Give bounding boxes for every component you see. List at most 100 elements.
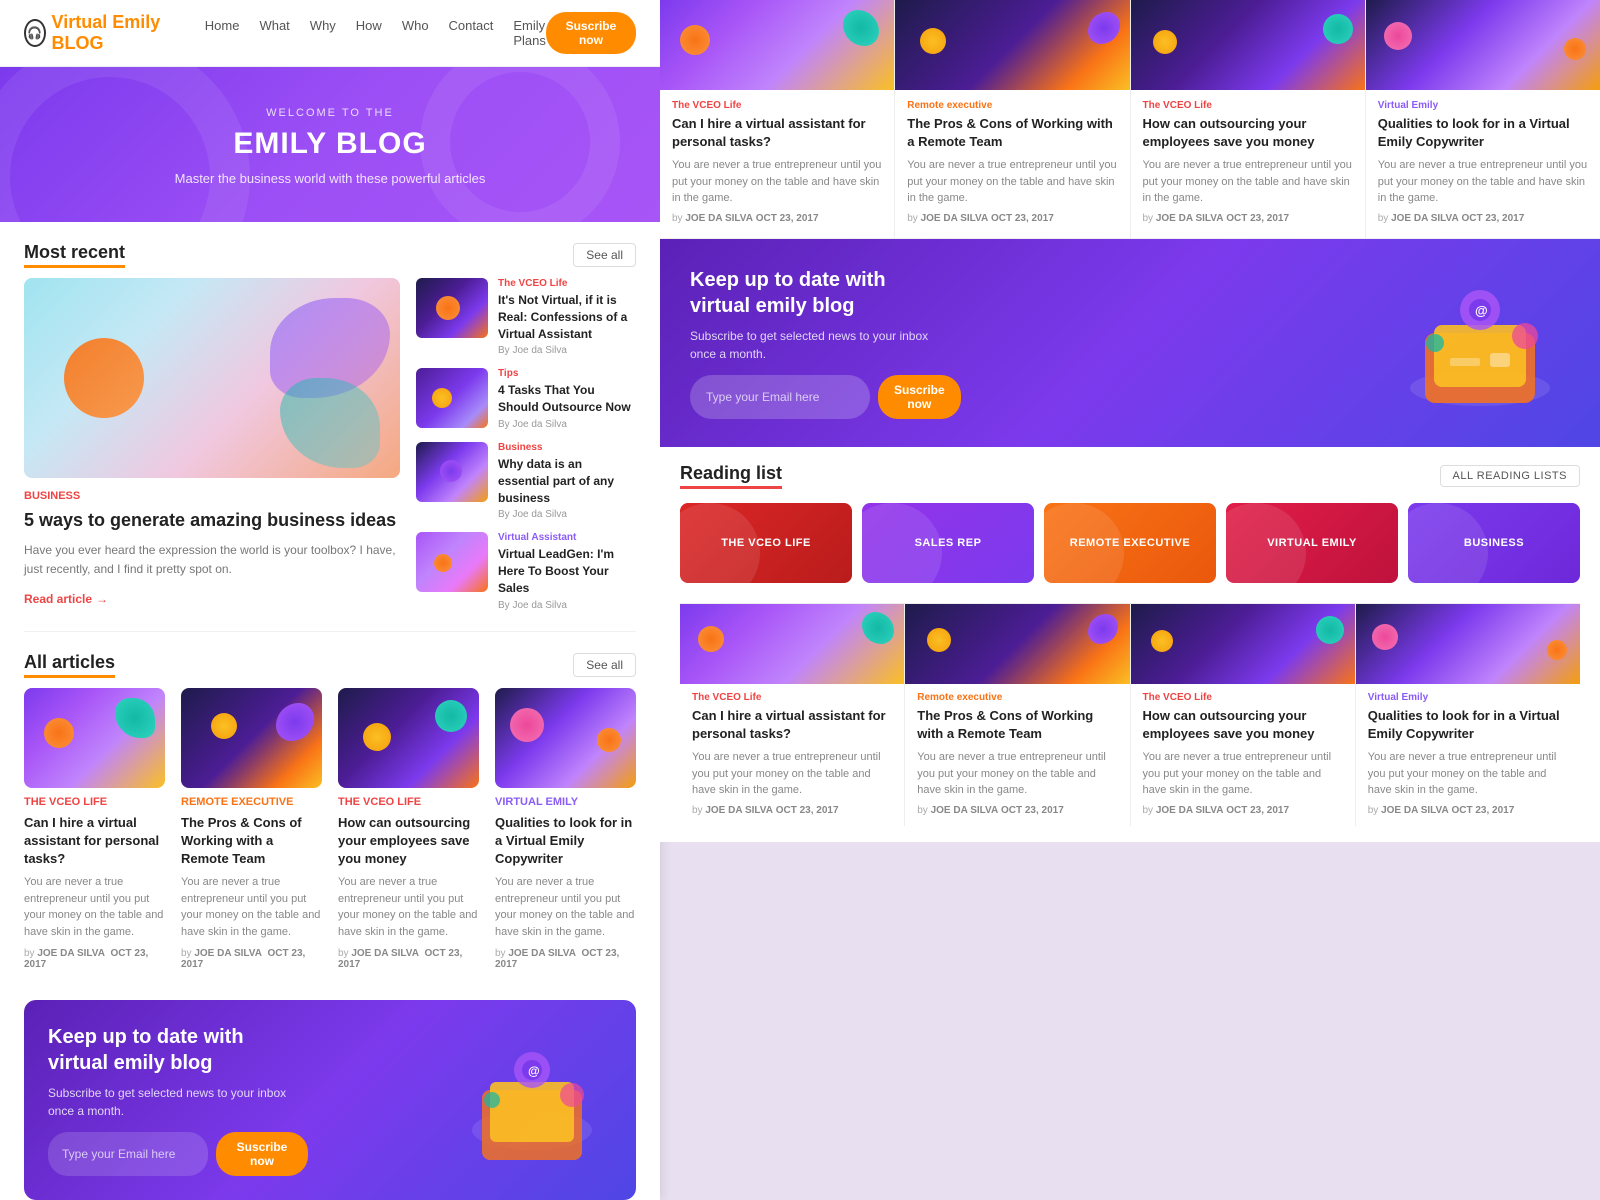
bottom-card-img-3	[1356, 604, 1580, 684]
bottom-card-body-0: The VCEO Life Can I hire a virtual assis…	[680, 692, 904, 816]
top-card-0[interactable]: The VCEO Life Can I hire a virtual assis…	[660, 0, 895, 238]
bottom-card-cat-1: Remote executive	[917, 692, 1117, 703]
grid-article-0[interactable]: The VCEO Life Can I hire a virtual assis…	[24, 688, 165, 971]
bottom-card-title-1: The Pros & Cons of Working with a Remote…	[917, 707, 1117, 743]
top-card-meta-3: by JOE DA SILVA OCT 23, 2017	[1378, 213, 1588, 224]
grid-article-img-1	[181, 688, 322, 788]
featured-read-more[interactable]: Read article →	[24, 592, 108, 606]
side-article-author-3: By Joe da Silva	[498, 600, 636, 611]
top-card-3[interactable]: Virtual Emily Qualities to look for in a…	[1366, 0, 1600, 238]
side-article-info-0: The VCEO Life It's Not Virtual, if it is…	[498, 278, 636, 356]
newsletter-right-email-input[interactable]	[690, 375, 870, 419]
top-card-excerpt-0: You are never a true entrepreneur until …	[672, 157, 882, 207]
top-card-body-2: The VCEO Life How can outsourcing your e…	[1131, 90, 1365, 238]
side-article-0[interactable]: The VCEO Life It's Not Virtual, if it is…	[416, 278, 636, 356]
nav-links: Home What Why How Who Contact Emily Plan…	[205, 18, 546, 48]
page-wrapper: 🎧 Virtual Emily BLOG Home What Why How W…	[0, 0, 1600, 1200]
grid-title-3: Qualities to look for in a Virtual Emily…	[495, 814, 636, 869]
hero-subtitle: Master the business world with these pow…	[24, 171, 636, 186]
top-card-2[interactable]: The VCEO Life How can outsourcing your e…	[1131, 0, 1366, 238]
top-card-img-2	[1131, 0, 1365, 90]
subscribe-button[interactable]: Suscribe now	[546, 12, 636, 54]
nav-emily-plans[interactable]: Emily Plans	[513, 18, 546, 48]
most-recent-title: Most recent	[24, 242, 125, 268]
side-article-2[interactable]: Business Why data is an essential part o…	[416, 442, 636, 520]
grid-article-img-2	[338, 688, 479, 788]
side-article-3[interactable]: Virtual Assistant Virtual LeadGen: I'm H…	[416, 532, 636, 610]
grid-article-3[interactable]: Virtual Emily Qualities to look for in a…	[495, 688, 636, 971]
reading-cat-sales-label: SALES REP	[915, 537, 982, 549]
bottom-card-cat-3: Virtual Emily	[1368, 692, 1568, 703]
grid-article-1[interactable]: Remote executive The Pros & Cons of Work…	[181, 688, 322, 971]
nav-how[interactable]: How	[356, 18, 382, 48]
reading-cat-sales[interactable]: SALES REP	[862, 503, 1034, 583]
grid-category-2: The VCEO Life	[338, 796, 479, 808]
right-panel-inner: The VCEO Life Can I hire a virtual assis…	[660, 0, 1600, 842]
reading-list-header: Reading list ALL READING LISTS	[680, 463, 1580, 489]
grid-excerpt-1: You are never a true entrepreneur until …	[181, 874, 322, 940]
nav-why[interactable]: Why	[310, 18, 336, 48]
reading-cat-virtual[interactable]: VIRTUAL EMILY	[1226, 503, 1398, 583]
nav-what[interactable]: What	[259, 18, 289, 48]
grid-article-2[interactable]: The VCEO Life How can outsourcing your e…	[338, 688, 479, 971]
side-article-info-3: Virtual Assistant Virtual LeadGen: I'm H…	[498, 532, 636, 610]
reading-cat-virtual-label: VIRTUAL EMILY	[1267, 537, 1357, 549]
newsletter-subscribe-button[interactable]: Suscribe now	[216, 1132, 308, 1176]
bottom-card-0[interactable]: The VCEO Life Can I hire a virtual assis…	[680, 604, 905, 826]
logo-text: Virtual Emily BLOG	[52, 12, 173, 54]
newsletter-right-title: Keep up to date with virtual emily blog	[690, 267, 950, 319]
bottom-card-1[interactable]: Remote executive The Pros & Cons of Work…	[905, 604, 1130, 826]
reading-cat-remote-label: REMOTE EXECUTIVE	[1070, 537, 1190, 549]
newsletter-right-subtitle: Subscribe to get selected news to your i…	[690, 327, 950, 363]
main-panel: 🎧 Virtual Emily BLOG Home What Why How W…	[0, 0, 660, 1200]
nav-who[interactable]: Who	[402, 18, 429, 48]
newsletter-decoration: @	[452, 1040, 612, 1160]
top-card-body-1: Remote executive The Pros & Cons of Work…	[895, 90, 1129, 238]
bottom-card-img-2	[1131, 604, 1355, 684]
newsletter-right-text: Keep up to date with virtual emily blog …	[690, 267, 950, 419]
side-article-category-3: Virtual Assistant	[498, 532, 636, 543]
featured-category: Business	[24, 490, 400, 502]
bottom-card-3[interactable]: Virtual Emily Qualities to look for in a…	[1356, 604, 1580, 826]
nav-home[interactable]: Home	[205, 18, 240, 48]
featured-article: Business 5 ways to generate amazing busi…	[24, 278, 400, 611]
bottom-card-title-3: Qualities to look for in a Virtual Emily…	[1368, 707, 1568, 743]
side-article-title-3: Virtual LeadGen: I'm Here To Boost Your …	[498, 546, 636, 596]
side-articles-list: The VCEO Life It's Not Virtual, if it is…	[416, 278, 636, 611]
grid-meta-3: by JOE DA SILVA OCT 23, 2017	[495, 948, 636, 970]
nav-contact[interactable]: Contact	[449, 18, 494, 48]
grid-meta-2: by JOE DA SILVA OCT 23, 2017	[338, 948, 479, 970]
newsletter-title: Keep up to date with virtual emily blog	[48, 1024, 308, 1076]
reading-cat-business-label: BUSINESS	[1464, 537, 1524, 549]
newsletter-right-subscribe-button[interactable]: Suscribe now	[878, 375, 961, 419]
all-reading-lists-button[interactable]: ALL READING LISTS	[1440, 465, 1580, 487]
newsletter-right-form: Suscribe now	[690, 375, 950, 419]
reading-cat-business[interactable]: BUSINESS	[1408, 503, 1580, 583]
svg-text:@: @	[1475, 303, 1488, 318]
top-card-category-2: The VCEO Life	[1143, 100, 1353, 111]
newsletter-subtitle: Subscribe to get selected news to your i…	[48, 1084, 308, 1120]
reading-categories: THE VCEO LIFE SALES REP REMOTE EXECUTIVE…	[680, 503, 1580, 583]
side-article-info-1: Tips 4 Tasks That You Should Outsource N…	[498, 368, 636, 430]
site-logo[interactable]: 🎧 Virtual Emily BLOG	[24, 12, 173, 54]
hero-title: EMILY BLOG	[24, 127, 636, 161]
bottom-card-excerpt-2: You are never a true entrepreneur until …	[1143, 749, 1343, 799]
reading-list-section: Reading list ALL READING LISTS THE VCEO …	[660, 447, 1600, 842]
grid-meta-0: by JOE DA SILVA OCT 23, 2017	[24, 948, 165, 970]
top-card-img-1	[895, 0, 1129, 90]
reading-cat-remote[interactable]: REMOTE EXECUTIVE	[1044, 503, 1216, 583]
top-card-meta-2: by JOE DA SILVA OCT 23, 2017	[1143, 213, 1353, 224]
hero-welcome: WELCOME TO THE	[24, 107, 636, 119]
side-article-category-1: Tips	[498, 368, 636, 379]
newsletter-right: Keep up to date with virtual emily blog …	[660, 239, 1600, 447]
most-recent-see-all[interactable]: See all	[573, 243, 636, 267]
bottom-card-2[interactable]: The VCEO Life How can outsourcing your e…	[1131, 604, 1356, 826]
top-card-1[interactable]: Remote executive The Pros & Cons of Work…	[895, 0, 1130, 238]
newsletter-email-input[interactable]	[48, 1132, 208, 1176]
all-articles-see-all[interactable]: See all	[573, 653, 636, 677]
reading-cat-vceo[interactable]: THE VCEO LIFE	[680, 503, 852, 583]
side-article-author-0: By Joe da Silva	[498, 345, 636, 356]
bottom-card-meta-2: by JOE DA SILVA OCT 23, 2017	[1143, 805, 1343, 816]
side-article-1[interactable]: Tips 4 Tasks That You Should Outsource N…	[416, 368, 636, 430]
side-article-img-0	[416, 278, 488, 338]
